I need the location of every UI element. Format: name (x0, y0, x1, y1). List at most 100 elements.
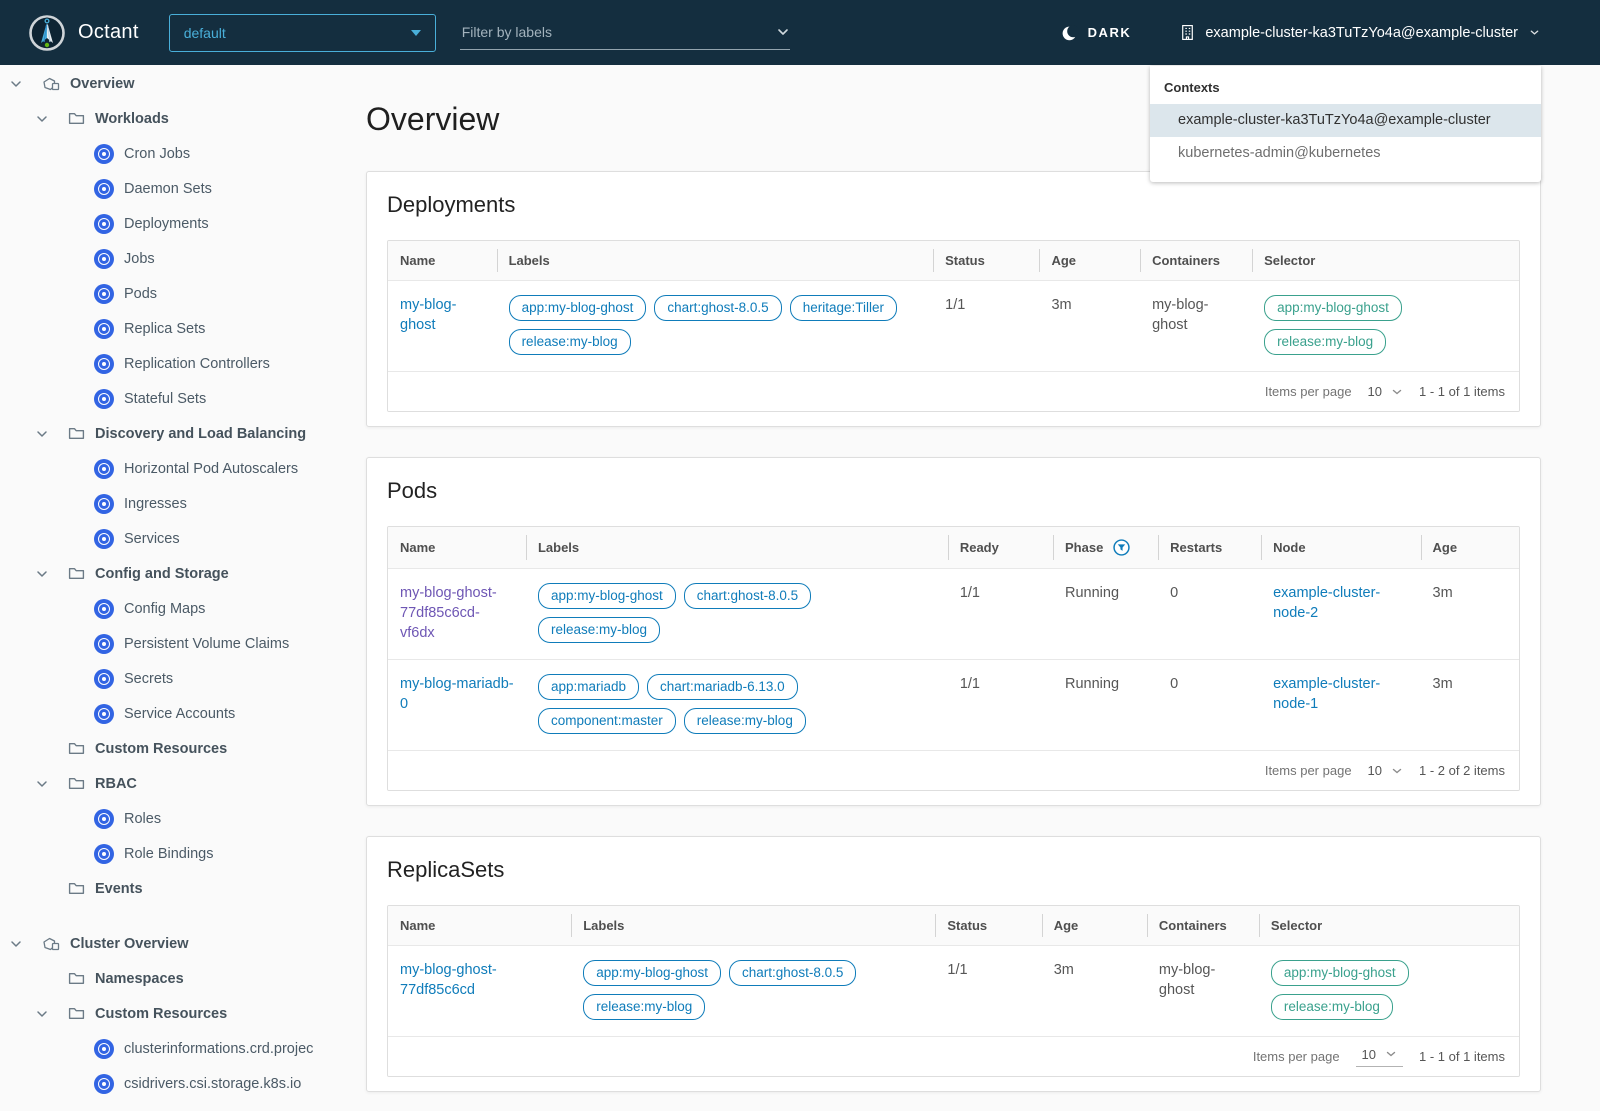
theme-toggle-button[interactable]: DARK (1055, 23, 1138, 43)
sidebar-item-replication-controllers[interactable]: Replication Controllers (0, 346, 340, 381)
sidebar-item-service-accounts[interactable]: Service Accounts (0, 696, 340, 731)
cell-selector: app:my-blog-ghost release:my-blog (1252, 281, 1519, 371)
namespace-select[interactable]: default (168, 13, 436, 52)
chevron-down-icon[interactable] (10, 78, 22, 90)
sidebar-item-rbac[interactable]: RBAC (0, 766, 340, 801)
label-tag: app:mariadb (537, 674, 640, 700)
chevron-down-icon[interactable] (36, 778, 48, 790)
context-option[interactable]: kubernetes-admin@kubernetes (1150, 137, 1541, 170)
caret-down-icon (410, 29, 421, 36)
sidebar-item-csidrivers-csi-storage-k8s-io[interactable]: csidrivers.csi.storage.k8s.io (0, 1066, 340, 1101)
sidebar-item-discovery-and-load-balancing[interactable]: Discovery and Load Balancing (0, 416, 340, 451)
label-tag: release:my-blog (537, 617, 661, 643)
sidebar-item-jobs[interactable]: Jobs (0, 241, 340, 276)
card-title: Deployments (387, 192, 516, 217)
chevron-down-icon[interactable] (36, 113, 48, 125)
folder-icon (68, 970, 85, 987)
cell-status: 1/1 (935, 946, 1041, 1036)
filter-icon[interactable] (1113, 539, 1130, 556)
sidebar-item-custom-resources[interactable]: Custom Resources (0, 996, 340, 1031)
context-selector[interactable]: example-cluster-ka3TuTzYo4a@example-clus… (1179, 24, 1540, 41)
sidebar-item-label: Workloads (95, 110, 169, 127)
sidebar-item-role-bindings[interactable]: Role Bindings (0, 836, 340, 871)
chevron-down-icon[interactable] (776, 25, 790, 39)
items-per-page-select[interactable]: 10 (1368, 763, 1403, 778)
node-link[interactable]: example-cluster-node-2 (1273, 585, 1380, 621)
sidebar-item-label: Secrets (124, 670, 174, 687)
chevron-down-icon[interactable] (36, 568, 48, 580)
name-link[interactable]: my-blog-ghost-77df85c6cd-vf6dx (400, 585, 497, 641)
items-per-page-value: 10 (1367, 763, 1383, 778)
sidebar-item-stateful-sets[interactable]: Stateful Sets (0, 381, 340, 416)
sidebar-item-roles[interactable]: Roles (0, 801, 340, 836)
service-accounts-icon (94, 703, 114, 724)
column-header-label: Age (1053, 918, 1079, 933)
sidebar-item-cluster-overview[interactable]: Cluster Overview (0, 926, 340, 961)
column-header-label: Restarts (1170, 540, 1223, 555)
sidebar-item-label: Role Bindings (124, 845, 214, 862)
sidebar-item-ingresses[interactable]: Ingresses (0, 486, 340, 521)
chevron-down-icon[interactable] (10, 938, 22, 950)
sidebar-item-cron-jobs[interactable]: Cron Jobs (0, 136, 340, 171)
selector-tag: release:my-blog (1264, 329, 1387, 355)
persistent-volume-claims-icon (94, 633, 114, 654)
sidebar-item-label: Replica Sets (124, 320, 206, 337)
chevron-down-icon[interactable] (36, 428, 48, 440)
name-link[interactable]: my-blog-ghost (400, 297, 456, 333)
column-header-label: Status (945, 253, 985, 268)
datagrid: Name Labels Status Age Containers Selector my-… (387, 905, 1520, 1077)
role-bindings-icon (94, 843, 114, 864)
cell-restarts: 0 (1158, 660, 1261, 750)
cron-jobs-icon (94, 143, 114, 164)
sidebar-item-config-maps[interactable]: Config Maps (0, 591, 340, 626)
cluster-icon (1179, 24, 1196, 41)
column-header-selector: Selector (1258, 906, 1519, 945)
sidebar-item-horizontal-pod-autoscalers[interactable]: Horizontal Pod Autoscalers (0, 451, 340, 486)
sidebar-item-replica-sets[interactable]: Replica Sets (0, 311, 340, 346)
sidebar-item-label: Jobs (124, 250, 155, 267)
sidebar-item-persistent-volume-claims[interactable]: Persistent Volume Claims (0, 626, 340, 661)
sidebar-item-secrets[interactable]: Secrets (0, 661, 340, 696)
theme-toggle-label: DARK (1087, 25, 1132, 40)
name-link[interactable]: my-blog-mariadb-0 (400, 676, 514, 712)
sidebar-item-config-and-storage[interactable]: Config and Storage (0, 556, 340, 591)
label-filter-input[interactable] (459, 23, 776, 41)
sidebar-item-label: Deployments (124, 215, 209, 232)
sidebar-item-namespaces[interactable]: Namespaces (0, 961, 340, 996)
label-tag: release:my-blog (508, 329, 631, 355)
label-filter[interactable] (459, 16, 790, 50)
column-header-label: Name (400, 253, 436, 268)
items-per-page-select[interactable]: 10 (1355, 1047, 1404, 1067)
label-tag: chart:ghost-8.0.5 (683, 583, 812, 609)
cell-name: my-blog-ghost-77df85c6cd (388, 946, 571, 1036)
folder-icon (68, 880, 85, 897)
items-per-page-select[interactable]: 10 (1368, 384, 1403, 399)
clusterinformations-crd-projec-icon (94, 1038, 114, 1059)
column-header-phase: Phase (1053, 527, 1158, 568)
context-option-selected[interactable]: example-cluster-ka3TuTzYo4a@example-clus… (1150, 104, 1541, 137)
sidebar-item-pods[interactable]: Pods (0, 276, 340, 311)
sidebar-item-label: Persistent Volume Claims (124, 635, 290, 652)
sidebar-item-label: Horizontal Pod Autoscalers (124, 460, 299, 477)
sidebar-item-events[interactable]: Events (0, 871, 340, 906)
table-row: my-blog-ghost app:my-blog-ghost chart:ghos… (388, 280, 1519, 371)
sidebar-item-clusterinformations-crd-projec[interactable]: clusterinformations.crd.projec (0, 1031, 340, 1066)
sidebar-item-overview[interactable]: Overview (0, 66, 340, 101)
chevron-down-icon[interactable] (36, 1008, 48, 1020)
column-header-label: Containers (1158, 918, 1227, 933)
sidebar-item-label: Roles (124, 810, 162, 827)
sidebar-item-daemon-sets[interactable]: Daemon Sets (0, 171, 340, 206)
sidebar-item-workloads[interactable]: Workloads (0, 101, 340, 136)
containers-value: my-blog-ghost (1158, 962, 1216, 998)
label-tag: chart:ghost-8.0.5 (654, 295, 782, 321)
label-tags: app:my-blog-ghost chart:ghost-8.0.5 releas… (537, 583, 868, 651)
age-value: 3m (1432, 676, 1453, 692)
cell-age: 3m (1039, 281, 1140, 371)
sidebar-item-services[interactable]: Services (0, 521, 340, 556)
node-link[interactable]: example-cluster-node-1 (1273, 676, 1380, 712)
name-link[interactable]: my-blog-ghost-77df85c6cd (400, 962, 497, 998)
cell-labels: app:my-blog-ghost chart:ghost-8.0.5 herita… (497, 281, 934, 371)
column-header-label: Containers (1152, 253, 1220, 268)
sidebar-item-custom-resources[interactable]: Custom Resources (0, 731, 340, 766)
sidebar-item-deployments[interactable]: Deployments (0, 206, 340, 241)
